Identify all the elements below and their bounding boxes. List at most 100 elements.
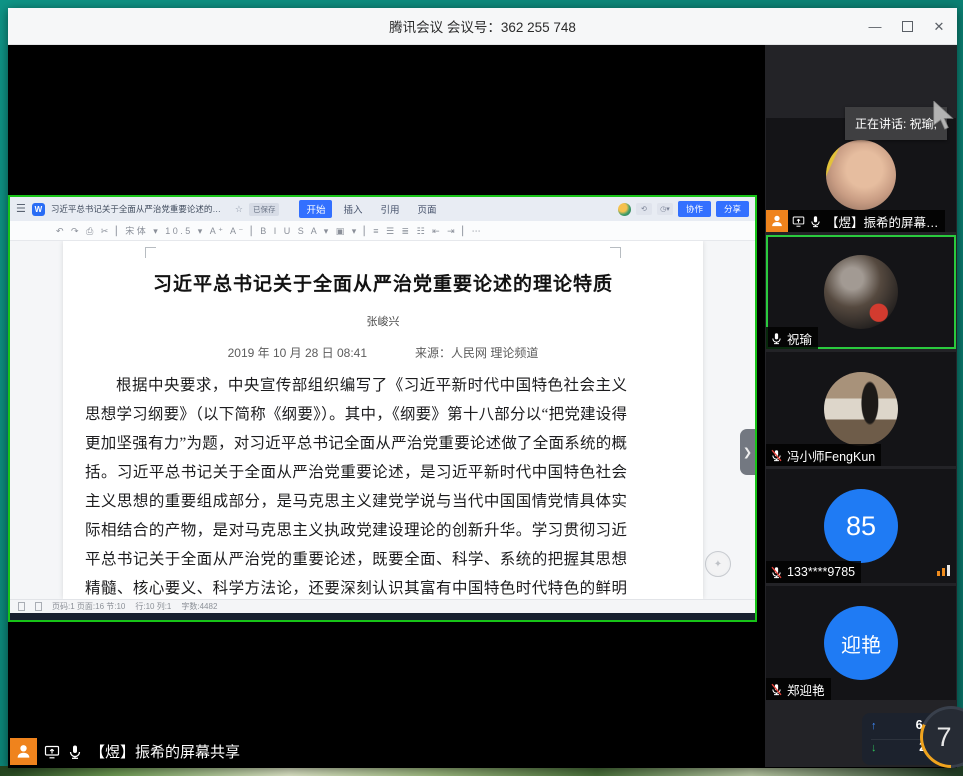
maximize-icon xyxy=(902,21,913,32)
outline-view-icon[interactable] xyxy=(35,602,42,611)
mic-icon xyxy=(67,744,83,760)
margin-mark-right xyxy=(610,247,621,258)
doc-header-actions: ⟲ ◷▾ 协作 分享 xyxy=(618,201,749,217)
clock-dropdown-icon[interactable]: ◷▾ xyxy=(657,203,673,215)
name-bar-inner: 【煜】振希的屏幕… xyxy=(788,210,945,232)
window-controls: — ✕ xyxy=(859,8,955,45)
save-status-badge: 已保存 xyxy=(249,203,280,216)
format-toolbar[interactable]: ↶ ↷ ⎙ ✂ ▏宋体 ▾ 10.5 ▾ A⁺ A⁻ ▏B I U S A ▾ … xyxy=(10,221,755,241)
side-panel-toggle[interactable]: ❯ xyxy=(740,429,755,475)
star-icon[interactable]: ☆ xyxy=(235,204,243,215)
participant-name: 【煜】振希的屏幕… xyxy=(826,212,939,231)
shared-browser-header: ☰ W 习近平总书记关于全面从严治党重要论述的理论特质 ☆ 已保存 开始 插入 … xyxy=(10,197,755,221)
host-icon xyxy=(10,738,37,765)
shared-taskbar-strip xyxy=(10,613,755,620)
close-button[interactable]: ✕ xyxy=(923,8,955,45)
mic-muted-icon xyxy=(770,683,783,696)
article-source: 来源：人民网 理论频道 xyxy=(415,344,538,361)
mic-icon xyxy=(770,332,783,345)
participant-name-bar: 【煜】振希的屏幕… xyxy=(766,210,945,232)
format-toolbar-icons: ↶ ↷ ⎙ ✂ ▏宋体 ▾ 10.5 ▾ A⁺ A⁻ ▏B I U S A ▾ … xyxy=(56,224,483,237)
menu-hamburger-icon[interactable]: ☰ xyxy=(16,204,26,215)
floating-assistant-ball[interactable]: 7 xyxy=(920,706,963,768)
avatar-photo xyxy=(824,255,898,329)
shared-doc-title: 习近平总书记关于全面从严治党重要论述的理论特质 xyxy=(51,203,229,215)
margin-mark-left xyxy=(145,247,156,258)
article-date: 2019 年 10 月 28 日 08:41 xyxy=(228,344,367,361)
participants-sidebar: 正在讲话: 祝瑜; xyxy=(765,45,957,767)
status-wordcount: 字数:4482 xyxy=(181,601,217,612)
article-author: 张峻兴 xyxy=(63,313,703,329)
participant-tile[interactable]: 冯小师FengKun xyxy=(766,352,956,466)
tab-home[interactable]: 开始 xyxy=(299,200,332,218)
host-icon xyxy=(766,210,788,232)
mouse-cursor-icon xyxy=(931,101,957,131)
screen-share-icon xyxy=(792,215,805,228)
speaking-indicator-text: 正在讲话: 祝瑜; xyxy=(855,115,937,132)
article-body: 根据中央要求，中央宣传部组织编写了《习近平新时代中国特色社会主义思想学习纲要》（… xyxy=(85,371,627,599)
window-title: 腾讯会议 会议号：362 255 748 xyxy=(389,16,576,36)
maximize-button[interactable] xyxy=(891,8,923,45)
meeting-window: 腾讯会议 会议号：362 255 748 — ✕ ☰ W 习近平总书记关于全面从… xyxy=(8,8,957,768)
mic-icon xyxy=(809,215,822,228)
avatar-text: 迎艳 xyxy=(841,629,881,658)
minimize-icon: — xyxy=(869,19,882,34)
main-video-stage: ☰ W 习近平总书记关于全面从严治党重要论述的理论特质 ☆ 已保存 开始 插入 … xyxy=(8,45,765,767)
participant-name: 冯小师FengKun xyxy=(787,446,875,465)
shared-screen: ☰ W 习近平总书记关于全面从严治党重要论述的理论特质 ☆ 已保存 开始 插入 … xyxy=(8,195,757,622)
name-bar-inner: 祝瑜 xyxy=(766,327,818,349)
doc-share-button[interactable]: 分享 xyxy=(716,201,749,217)
tab-reference[interactable]: 引用 xyxy=(373,200,406,218)
participant-tiles: 【煜】振希的屏幕… 祝瑜 xyxy=(766,118,956,700)
signal-strength-icon xyxy=(937,565,950,576)
participant-name: 133****9785 xyxy=(787,565,855,579)
close-icon: ✕ xyxy=(934,19,945,35)
chevron-right-icon: ❯ xyxy=(743,446,752,459)
user-avatar[interactable] xyxy=(618,203,631,216)
minimize-button[interactable]: — xyxy=(859,8,891,45)
mic-muted-icon xyxy=(770,449,783,462)
participant-name-bar: 133****9785 xyxy=(766,561,861,583)
collaborate-button[interactable]: 协作 xyxy=(678,201,711,217)
watermark-stamp-icon: ✦ xyxy=(705,551,731,577)
mic-muted-icon xyxy=(770,566,783,579)
doc-app-icon: W xyxy=(32,203,45,216)
screen-share-icon xyxy=(44,744,60,760)
participant-name-bar: 冯小师FengKun xyxy=(766,444,881,466)
participant-name: 祝瑜 xyxy=(787,329,812,348)
doc-page-area: 习近平总书记关于全面从严治党重要论述的理论特质 张峻兴 2019 年 10 月 … xyxy=(10,241,755,599)
upload-arrow-icon: ↑ xyxy=(871,720,877,732)
avatar-photo xyxy=(824,372,898,446)
page-view-icon[interactable] xyxy=(18,602,25,611)
floating-ball-value: 7 xyxy=(920,706,963,768)
avatar-photo xyxy=(826,140,896,210)
status-cursor: 行:10 列:1 xyxy=(135,601,171,612)
doc-status-bar: 页码:1 页面:16 节:10 行:10 列:1 字数:4482 xyxy=(10,599,755,613)
participant-tile-speaking[interactable]: 祝瑜 xyxy=(766,235,956,349)
participant-tile[interactable]: 85 133****9785 xyxy=(766,469,956,583)
share-banner-label: 【煜】振希的屏幕共享 xyxy=(90,741,240,762)
participant-name-bar: 祝瑜 xyxy=(766,327,818,349)
avatar-text: 85 xyxy=(846,511,876,542)
name-bar-inner: 冯小师FengKun xyxy=(766,444,881,466)
avatar-initials: 85 xyxy=(824,489,898,563)
history-icon[interactable]: ⟲ xyxy=(636,203,652,215)
participant-name: 郑迎艳 xyxy=(787,680,825,699)
name-bar-inner: 133****9785 xyxy=(766,561,861,583)
status-pages: 页码:1 页面:16 节:10 xyxy=(52,601,125,612)
tab-page[interactable]: 页面 xyxy=(411,200,444,218)
share-banner-bar: 【煜】振希的屏幕共享 xyxy=(37,738,250,765)
title-bar: 腾讯会议 会议号：362 255 748 — ✕ xyxy=(8,8,957,45)
participant-name-bar: 郑迎艳 xyxy=(766,678,831,700)
screen-share-banner: 【煜】振希的屏幕共享 xyxy=(10,738,250,765)
participant-tile[interactable]: 迎艳 郑迎艳 xyxy=(766,586,956,700)
doc-menu-tabs: 开始 插入 引用 页面 xyxy=(299,200,443,218)
article-title: 习近平总书记关于全面从严治党重要论述的理论特质 xyxy=(63,269,703,296)
download-arrow-icon: ↓ xyxy=(871,742,877,754)
name-bar-inner: 郑迎艳 xyxy=(766,678,831,700)
tab-insert[interactable]: 插入 xyxy=(336,200,369,218)
avatar-initials: 迎艳 xyxy=(824,606,898,680)
article-dateline: 2019 年 10 月 28 日 08:41 来源：人民网 理论频道 xyxy=(63,344,703,361)
doc-page: 习近平总书记关于全面从严治党重要论述的理论特质 张峻兴 2019 年 10 月 … xyxy=(63,241,703,599)
desktop-background: 腾讯会议 会议号：362 255 748 — ✕ ☰ W 习近平总书记关于全面从… xyxy=(0,0,963,776)
